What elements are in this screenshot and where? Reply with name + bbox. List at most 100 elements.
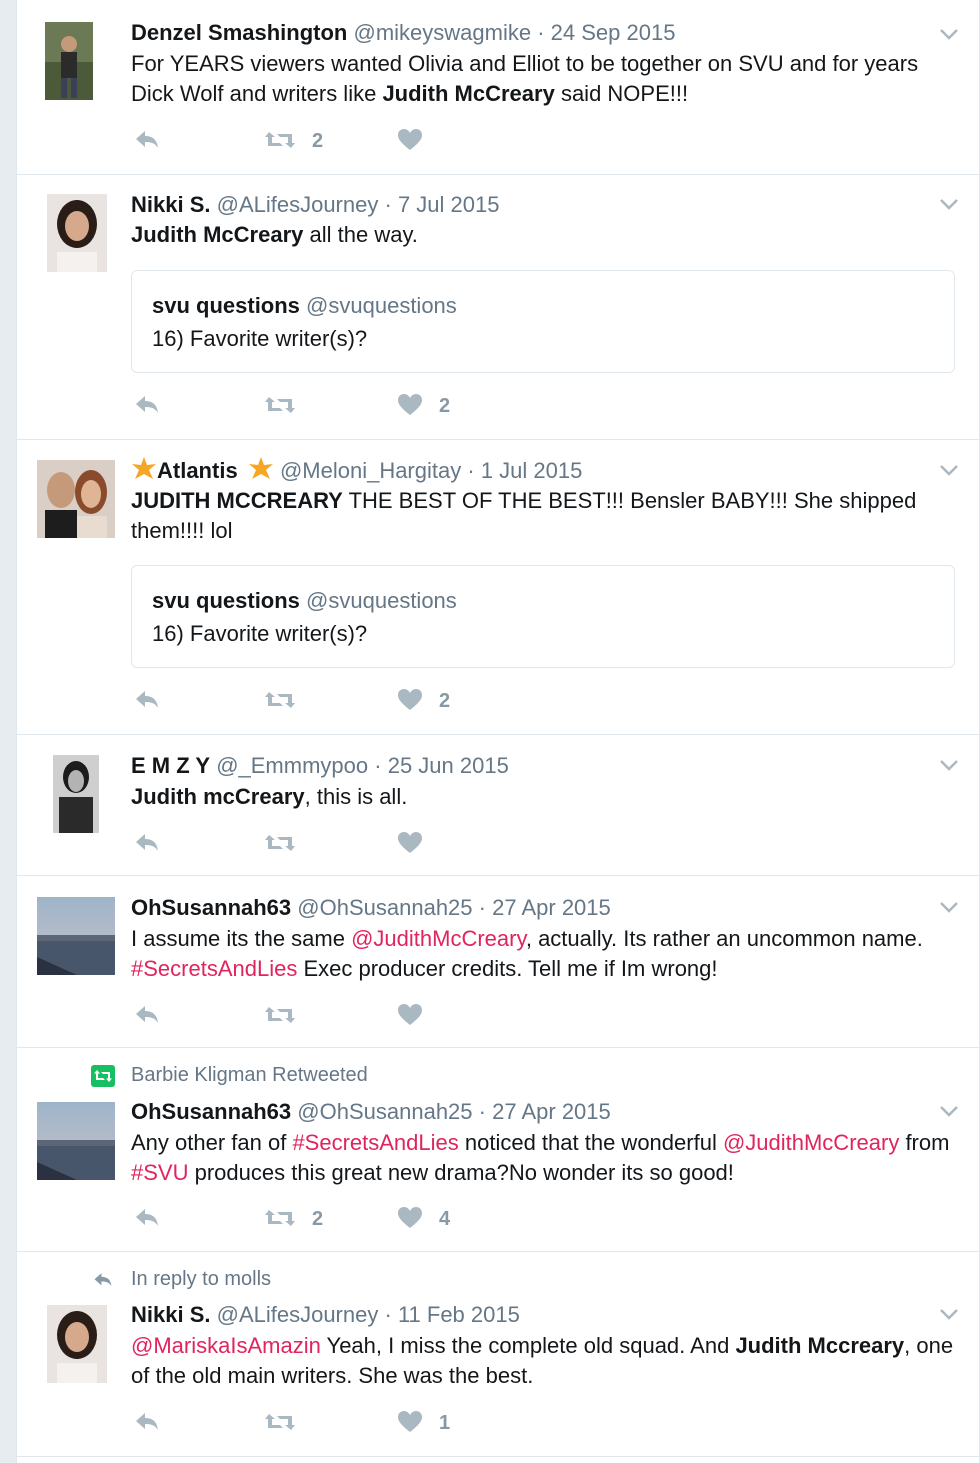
tweet-text: I assume its the same @JudithMcCreary, a… xyxy=(131,926,923,981)
bold-mention: Judith Mccreary xyxy=(735,1333,905,1358)
reply-icon[interactable] xyxy=(133,830,161,860)
chevron-down-icon[interactable] xyxy=(939,1307,959,1321)
heart-icon[interactable] xyxy=(397,127,423,157)
hashtag-link[interactable]: #SVU xyxy=(131,1160,188,1185)
tweet[interactable]: OhSusannah63 @OhSusannah25 · 27 Apr 2015… xyxy=(17,875,979,1048)
retweet-icon[interactable] xyxy=(263,1205,297,1235)
mention-link[interactable]: @JudithMcCreary xyxy=(351,926,526,951)
separator: · xyxy=(384,1302,392,1327)
retweet-count: 2 xyxy=(312,1208,324,1230)
author-name[interactable]: Atlantis xyxy=(157,458,238,483)
quoted-tweet[interactable]: svu questions @svuquestions 16) Favorite… xyxy=(131,270,955,373)
star-icon xyxy=(131,457,157,487)
tweet-text: For YEARS viewers wanted Olivia and Elli… xyxy=(131,51,919,106)
reply-icon[interactable] xyxy=(133,392,161,422)
tweet[interactable]: Atlantis @Meloni_Hargitay · 1 Jul 2015 J… xyxy=(17,439,979,735)
mention-link[interactable]: @MariskaIsAmazin xyxy=(131,1333,321,1358)
tweet[interactable]: E M Z Y @_Emmmypoo · 25 Jun 2015 Judith … xyxy=(17,734,979,876)
author-name[interactable]: E M Z Y xyxy=(131,753,210,778)
tweet-actions: 2 xyxy=(131,392,531,422)
reply-icon[interactable] xyxy=(133,687,161,717)
chevron-down-icon[interactable] xyxy=(939,1104,959,1118)
bold-mention: Judith McCreary xyxy=(131,222,304,247)
tweet-header: E M Z Y @_Emmmypoo · 25 Jun 2015 xyxy=(131,753,509,779)
tweet-timeline: Denzel Smashington @mikeyswagmike · 24 S… xyxy=(16,0,980,1463)
tweet[interactable]: Barbie Kligman Retweeted OhSusannah63 @O… xyxy=(17,1047,979,1252)
tweet-date[interactable]: 1 Jul 2015 xyxy=(481,458,583,483)
retweet-icon[interactable] xyxy=(263,830,297,860)
retweet-icon[interactable] xyxy=(263,127,297,157)
mention-link[interactable]: @JudithMcCreary xyxy=(723,1130,899,1155)
author-name[interactable]: Nikki S. xyxy=(131,192,210,217)
author-name[interactable]: Nikki S. xyxy=(131,1302,210,1327)
author-handle[interactable]: @Meloni_Hargitay xyxy=(280,458,461,483)
avatar[interactable] xyxy=(37,460,115,538)
chevron-down-icon[interactable] xyxy=(939,900,959,914)
bold-mention: Judith mcCreary xyxy=(131,784,305,809)
tweet-date[interactable]: 11 Feb 2015 xyxy=(398,1302,520,1327)
tweet-header: OhSusannah63 @OhSusannah25 · 27 Apr 2015 xyxy=(131,895,611,921)
chevron-down-icon[interactable] xyxy=(939,758,959,772)
author-handle[interactable]: @ALifesJourney xyxy=(217,192,379,217)
heart-icon[interactable] xyxy=(397,1409,423,1439)
retweet-icon[interactable] xyxy=(263,1409,297,1439)
reply-icon[interactable] xyxy=(133,1002,161,1032)
chevron-down-icon[interactable] xyxy=(939,197,959,211)
avatar[interactable] xyxy=(37,897,115,975)
tweet-actions xyxy=(131,830,531,860)
hashtag-link[interactable]: #SecretsAndLies xyxy=(292,1130,458,1155)
tweet-actions: 2 4 xyxy=(131,1205,531,1235)
retweet-icon[interactable] xyxy=(263,392,297,422)
heart-icon[interactable] xyxy=(397,1205,423,1235)
retweet-icon[interactable] xyxy=(263,687,297,717)
avatar[interactable] xyxy=(47,1305,107,1383)
like-count: 4 xyxy=(439,1208,451,1230)
tweet-text: Any other fan of #SecretsAndLies noticed… xyxy=(131,1130,950,1185)
heart-icon[interactable] xyxy=(397,830,423,860)
tweet-date[interactable]: 27 Apr 2015 xyxy=(492,895,611,920)
tweet-date[interactable]: 24 Sep 2015 xyxy=(551,20,676,45)
bold-mention: JUDITH MCCREARY xyxy=(131,488,343,513)
author-handle[interactable]: @OhSusannah25 xyxy=(297,895,472,920)
tweet-header: Atlantis @Meloni_Hargitay · 1 Jul 2015 xyxy=(131,457,582,487)
author-name[interactable]: OhSusannah63 xyxy=(131,895,291,920)
avatar[interactable] xyxy=(45,22,93,100)
avatar[interactable] xyxy=(37,1102,115,1180)
reply-icon[interactable] xyxy=(133,127,161,157)
in-reply-to[interactable]: In reply to molls xyxy=(131,1268,271,1291)
reply-icon[interactable] xyxy=(133,1205,161,1235)
quoted-tweet[interactable]: svu questions @svuquestions 16) Favorite… xyxy=(131,565,955,668)
tweet[interactable]: Denzel Smashington @mikeyswagmike · 24 S… xyxy=(17,0,979,175)
tweet-header: Denzel Smashington @mikeyswagmike · 24 S… xyxy=(131,20,675,46)
tweet[interactable]: Nikki S. @ALifesJourney · 7 Jul 2015 Jud… xyxy=(17,174,979,440)
author-handle[interactable]: @OhSusannah25 xyxy=(297,1099,472,1124)
chevron-down-icon[interactable] xyxy=(939,463,959,477)
author-name[interactable]: Denzel Smashington xyxy=(131,20,347,45)
author-name[interactable]: OhSusannah63 xyxy=(131,1099,291,1124)
tweet[interactable]: In reply to molls Nikki S. @ALifesJourne… xyxy=(17,1251,979,1457)
tweet-date[interactable]: 27 Apr 2015 xyxy=(492,1099,611,1124)
heart-icon[interactable] xyxy=(397,392,423,422)
tweet-header: Nikki S. @ALifesJourney · 7 Jul 2015 xyxy=(131,192,499,218)
tweet-text: @MariskaIsAmazin Yeah, I miss the comple… xyxy=(131,1333,954,1388)
tweet-header: OhSusannah63 @OhSusannah25 · 27 Apr 2015 xyxy=(131,1099,611,1125)
author-handle[interactable]: @_Emmmypoo xyxy=(216,753,368,778)
author-handle[interactable]: @mikeyswagmike xyxy=(353,20,531,45)
retweet-icon[interactable] xyxy=(263,1002,297,1032)
heart-icon[interactable] xyxy=(397,1002,423,1032)
avatar[interactable] xyxy=(47,194,107,272)
heart-icon[interactable] xyxy=(397,687,423,717)
quoted-text: 16) Favorite writer(s)? xyxy=(152,621,368,646)
separator: · xyxy=(374,753,382,778)
tweet-date[interactable]: 7 Jul 2015 xyxy=(398,192,500,217)
hashtag-link[interactable]: #SecretsAndLies xyxy=(131,956,297,981)
reply-icon[interactable] xyxy=(133,1409,161,1439)
author-handle[interactable]: @ALifesJourney xyxy=(217,1302,379,1327)
tweet-date[interactable]: 25 Jun 2015 xyxy=(388,753,509,778)
bold-mention: Judith McCreary xyxy=(382,81,555,106)
quoted-author-handle: @svuquestions xyxy=(306,588,457,613)
retweeted-by[interactable]: Barbie Kligman Retweeted xyxy=(131,1064,368,1087)
chevron-down-icon[interactable] xyxy=(939,27,959,41)
tweet-text: Judith mcCreary, this is all. xyxy=(131,784,408,809)
avatar[interactable] xyxy=(53,755,99,833)
